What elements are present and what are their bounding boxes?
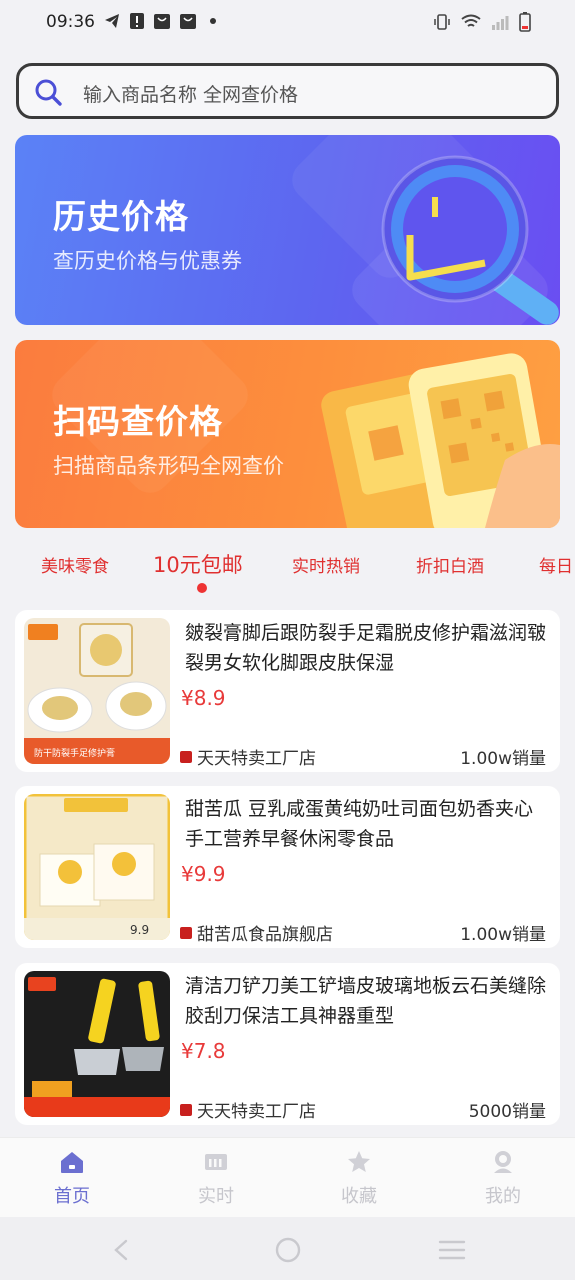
category-tabs: 美味零食 10元包邮 实时热销 折扣白酒 每日 <box>0 540 575 600</box>
nav-favorites[interactable]: 收藏 <box>319 1150 399 1208</box>
nav-profile[interactable]: 我的 <box>463 1150 543 1208</box>
scan-price-banner[interactable]: 扫码查价格 扫描商品条形码全网查价 <box>15 340 560 528</box>
recents-icon[interactable] <box>438 1239 466 1261</box>
banner-title: 扫码查价格 <box>53 402 223 441</box>
shopping-bag-icon <box>154 14 170 29</box>
shopping-bag-icon <box>180 14 196 29</box>
user-icon <box>494 1151 512 1173</box>
product-card[interactable]: 防干防裂手足修护膏 皴裂膏脚后跟防裂手足霜脱皮修护霜滋润皲裂男女软化脚跟皮肤保湿… <box>15 610 560 772</box>
signal-icon <box>492 16 509 30</box>
category-tab-daily[interactable]: 每日 <box>539 552 573 577</box>
battery-icon <box>519 12 531 32</box>
notification-icons <box>104 13 216 29</box>
nav-label: 收藏 <box>341 1186 377 1207</box>
tmall-icon <box>180 750 192 763</box>
active-tab-indicator <box>197 583 207 593</box>
status-bar: 09:36 <box>0 0 575 48</box>
chart-icon <box>205 1154 227 1170</box>
product-title[interactable]: 皴裂膏脚后跟防裂手足霜脱皮修护霜滋润皲裂男女软化脚跟皮肤保湿 <box>185 618 550 678</box>
nav-label: 首页 <box>54 1186 90 1207</box>
nav-realtime[interactable]: 实时 <box>176 1150 256 1208</box>
product-title[interactable]: 甜苦瓜 豆乳咸蛋黄纯奶吐司面包奶香夹心手工营养早餐休闲零食品 <box>185 794 550 854</box>
system-nav-bar <box>0 1217 575 1280</box>
alert-icon <box>130 13 144 29</box>
status-time: 09:36 <box>46 12 95 32</box>
category-tab-hot[interactable]: 实时热销 <box>292 552 360 577</box>
sales-count: 1.00w销量 <box>460 925 546 945</box>
sales-count: 5000销量 <box>468 1102 546 1122</box>
shop-name: 天天特卖工厂店 <box>180 744 316 769</box>
product-card[interactable]: 9.9 甜苦瓜 豆乳咸蛋黄纯奶吐司面包奶香夹心手工营养早餐休闲零食品 ¥9.9 … <box>15 786 560 948</box>
search-input[interactable]: 输入商品名称 全网查价格 <box>16 63 559 119</box>
category-tab-10yuan[interactable]: 10元包邮 <box>153 549 243 579</box>
product-image[interactable] <box>24 971 170 1117</box>
sales-count: 1.00w销量 <box>460 749 546 769</box>
product-price: ¥9.9 <box>181 862 226 886</box>
more-notifications-dot <box>210 18 216 24</box>
telegram-icon <box>105 14 119 28</box>
history-price-banner[interactable]: 历史价格 查历史价格与优惠券 <box>15 135 560 325</box>
search-icon <box>35 79 62 106</box>
system-icons <box>433 12 531 32</box>
thumb-caption: 防干防裂手足修护膏 <box>34 747 115 759</box>
product-image[interactable]: 9.9 <box>24 794 170 940</box>
vibrate-icon <box>434 14 450 30</box>
nav-home[interactable]: 首页 <box>32 1150 112 1208</box>
category-tab-snacks[interactable]: 美味零食 <box>41 552 109 577</box>
product-card[interactable]: 清洁刀铲刀美工铲墙皮玻璃地板云石美缝除胶刮刀保洁工具神器重型 ¥7.8 天天特卖… <box>15 963 560 1125</box>
search-placeholder: 输入商品名称 全网查价格 <box>83 84 299 106</box>
shop-name: 甜苦瓜食品旗舰店 <box>180 920 333 945</box>
product-image[interactable]: 防干防裂手足修护膏 <box>24 618 170 764</box>
home-icon <box>61 1152 83 1173</box>
shop-name-text: 天天特卖工厂店 <box>197 1102 316 1122</box>
product-price: ¥8.9 <box>181 686 226 710</box>
banner-subtitle: 扫描商品条形码全网查价 <box>53 454 284 478</box>
shop-name: 天天特卖工厂店 <box>180 1097 316 1122</box>
star-icon <box>348 1151 370 1172</box>
back-icon[interactable] <box>112 1239 130 1261</box>
category-tab-liquor[interactable]: 折扣白酒 <box>416 552 484 577</box>
home-circle-icon[interactable] <box>275 1237 301 1263</box>
tmall-icon <box>180 1103 192 1116</box>
banner-title: 历史价格 <box>53 197 189 236</box>
tmall-icon <box>180 926 192 939</box>
wifi-icon <box>461 14 481 27</box>
thumb-price: 9.9 <box>130 923 149 937</box>
nav-label: 我的 <box>485 1186 521 1207</box>
product-price: ¥7.8 <box>181 1039 226 1063</box>
bottom-nav: 首页 实时 收藏 我的 <box>0 1137 575 1217</box>
product-title[interactable]: 清洁刀铲刀美工铲墙皮玻璃地板云石美缝除胶刮刀保洁工具神器重型 <box>185 971 550 1031</box>
nav-label: 实时 <box>198 1186 234 1207</box>
shop-name-text: 天天特卖工厂店 <box>197 749 316 769</box>
banner-subtitle: 查历史价格与优惠券 <box>53 249 242 273</box>
shop-name-text: 甜苦瓜食品旗舰店 <box>197 925 333 945</box>
